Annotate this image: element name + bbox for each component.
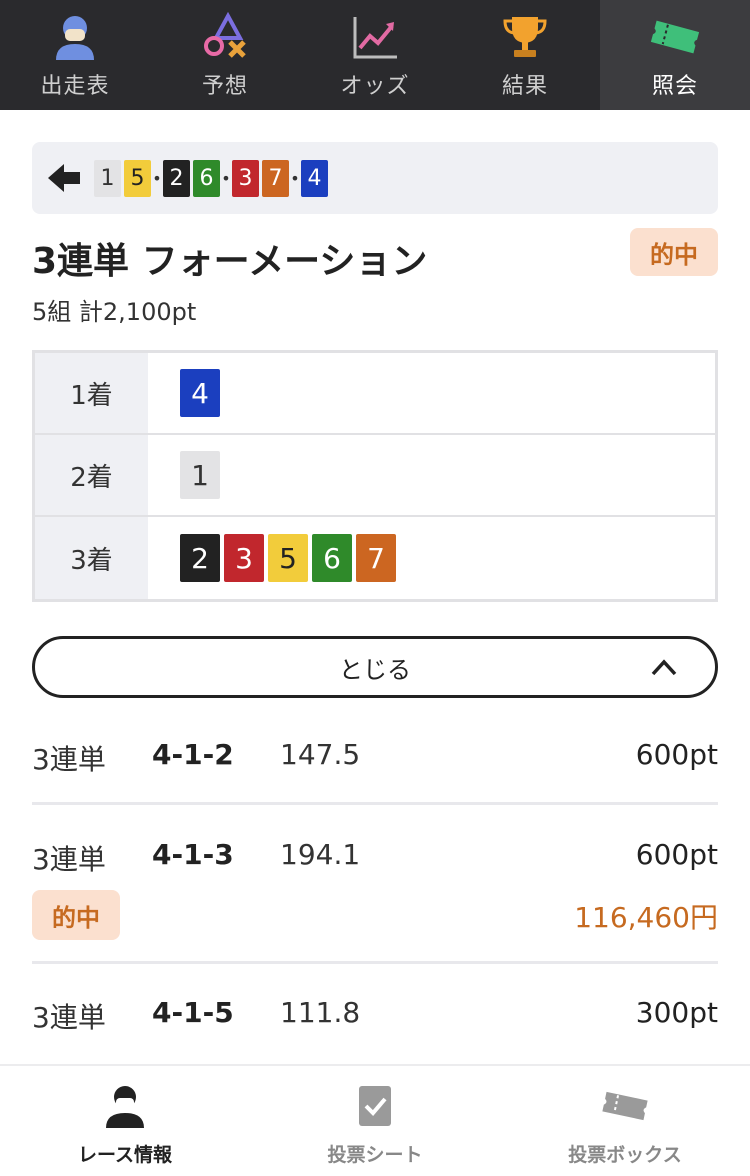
formation-row: 3着 2 3 5 6 7 — [35, 517, 715, 599]
boat-number: 7 — [356, 534, 396, 582]
tab-label: 照会 — [651, 74, 698, 99]
formation-table: 1着 4 2着 1 3着 2 3 5 6 7 — [32, 350, 718, 602]
place-label: 2着 — [35, 435, 148, 515]
tab-label: 出走表 — [40, 74, 110, 99]
close-button[interactable]: とじる — [32, 636, 718, 698]
bet-amount: 600pt — [635, 838, 718, 871]
top-nav: 出走表 予想 オッズ 結果 照会 — [0, 0, 750, 110]
boat-number: 6 — [312, 534, 352, 582]
bet-type: 3連単 — [32, 743, 106, 776]
bet-summary: 5組 計2,100pt — [32, 298, 197, 326]
bet-type: 3連単 — [32, 1001, 106, 1034]
hit-badge: 的中 — [32, 890, 120, 940]
result-row: 3連単 4-1-3 194.1 600pt 的中 116,460円 — [32, 838, 718, 948]
bet-odds: 147.5 — [280, 738, 361, 771]
tab-label: レース情報 — [77, 1144, 173, 1166]
prediction-icon — [204, 12, 246, 58]
tab-prediction[interactable]: 予想 — [150, 0, 300, 110]
boat-number: 3 — [224, 534, 264, 582]
boat-number: 4 — [180, 369, 220, 417]
boat-number: 7 — [262, 159, 289, 197]
odds-chart-icon — [353, 17, 397, 59]
boat-number: 3 — [232, 159, 259, 197]
result-row: 3連単 4-1-5 111.8 300pt — [32, 996, 718, 1036]
bet-type: 3連単 — [32, 843, 106, 876]
combination-bar: 1 5 • 2 6 • 3 7 • 4 — [32, 142, 718, 214]
separator: • — [290, 168, 300, 188]
close-button-label: とじる — [339, 655, 411, 684]
bet-odds: 111.8 — [280, 996, 361, 1029]
boat-number: 4 — [301, 159, 328, 197]
jockey-icon — [56, 16, 94, 60]
formation-row: 1着 4 — [35, 353, 715, 435]
bet-odds: 194.1 — [280, 838, 361, 871]
chevron-up-icon — [651, 659, 677, 676]
tab-entries[interactable]: 出走表 — [0, 0, 150, 110]
tab-label: オッズ — [340, 74, 410, 99]
tab-vote-sheet[interactable]: 投票シート — [250, 1066, 500, 1176]
tab-label: 投票シート — [327, 1144, 423, 1166]
bottom-nav: レース情報 投票シート 投票ボックス — [0, 1064, 750, 1176]
boat-number: 2 — [180, 534, 220, 582]
formation-row: 2着 1 — [35, 435, 715, 517]
bet-amount: 300pt — [635, 996, 718, 1029]
boat-number: 5 — [124, 159, 151, 197]
place-label: 3着 — [35, 517, 148, 599]
tab-odds[interactable]: オッズ — [300, 0, 450, 110]
divider — [32, 802, 718, 805]
divider — [32, 961, 718, 964]
tab-label: 投票ボックス — [568, 1144, 682, 1166]
tab-race-info[interactable]: レース情報 — [0, 1066, 250, 1176]
bet-amount: 600pt — [635, 738, 718, 771]
trophy-icon — [503, 17, 547, 57]
tab-inquiry[interactable]: 照会 — [600, 0, 750, 110]
check-sheet-icon — [359, 1086, 391, 1126]
boat-number: 1 — [180, 451, 220, 499]
tab-vote-box[interactable]: 投票ボックス — [500, 1066, 750, 1176]
tab-label: 予想 — [201, 74, 248, 99]
boat-number: 1 — [94, 159, 121, 197]
place-numbers: 4 — [148, 353, 715, 433]
result-row: 3連単 4-1-2 147.5 600pt — [32, 738, 718, 778]
place-numbers: 2 3 5 6 7 — [148, 517, 715, 599]
bet-combination: 4-1-5 — [152, 996, 234, 1029]
ticket-icon — [650, 20, 700, 54]
place-numbers: 1 — [148, 435, 715, 515]
bet-combination: 4-1-3 — [152, 838, 234, 871]
hit-badge: 的中 — [630, 228, 718, 276]
separator: • — [221, 168, 231, 188]
boat-number: 2 — [163, 159, 190, 197]
jockey-icon — [106, 1086, 144, 1128]
tab-label: 結果 — [501, 74, 548, 99]
boat-number: 5 — [268, 534, 308, 582]
boat-number: 6 — [193, 159, 220, 197]
separator: • — [152, 168, 162, 188]
payout-amount: 116,460円 — [574, 901, 718, 934]
tab-results[interactable]: 結果 — [450, 0, 600, 110]
place-label: 1着 — [35, 353, 148, 433]
ticket-icon — [602, 1091, 648, 1121]
bet-title: 3連単 フォーメーション — [32, 241, 428, 282]
back-arrow-icon[interactable] — [46, 160, 82, 196]
bet-combination: 4-1-2 — [152, 738, 234, 771]
